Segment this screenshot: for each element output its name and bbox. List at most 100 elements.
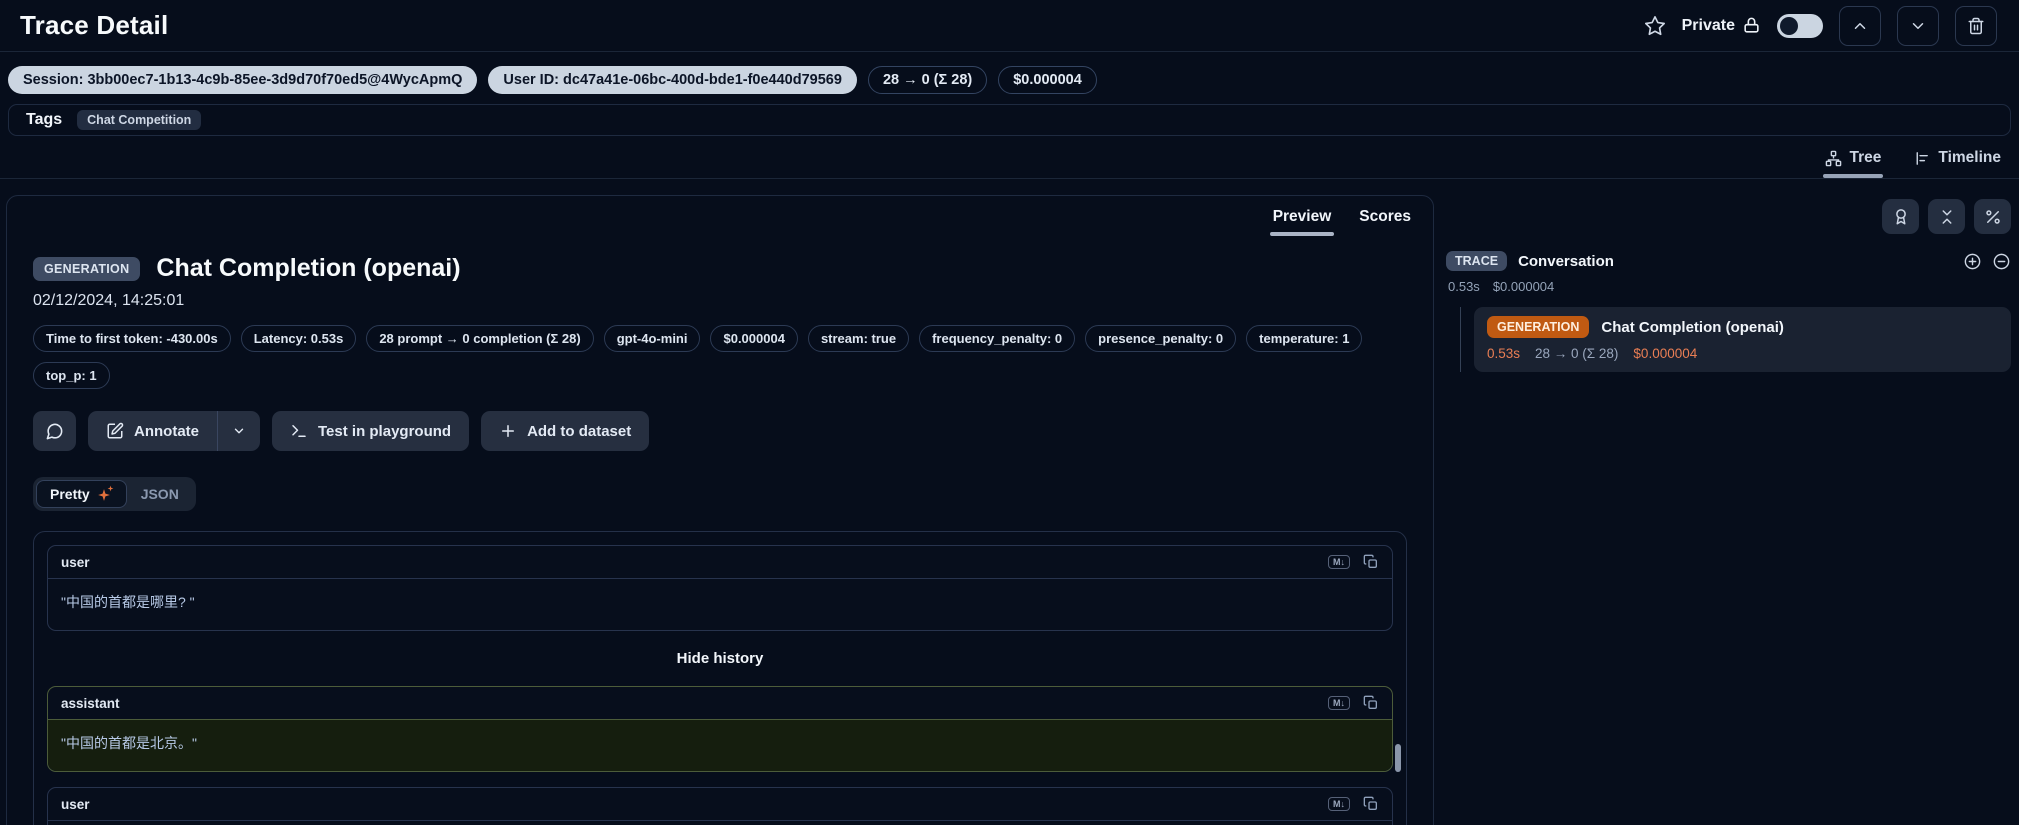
message-content: "中国的首都是哪里? " (48, 579, 1392, 630)
cost-badge: $0.000004 (998, 66, 1097, 94)
message-content: "谢谢" (48, 821, 1392, 825)
trace-meta-row: Session: 3bb00ec7-1b13-4c9b-85ee-3d9d70f… (0, 52, 2019, 94)
annotate-label: Annotate (134, 423, 199, 440)
delete-trace-button[interactable] (1955, 6, 1997, 46)
message-role: assistant (61, 696, 120, 711)
meta-badge: frequency_penalty: 0 (919, 325, 1075, 352)
generation-node[interactable]: GENERATION Chat Completion (openai) 0.53… (1474, 307, 2011, 372)
message-block: assistant M↓ "中国的首都是北京。" (47, 686, 1393, 772)
trace-cost: $0.000004 (1493, 279, 1554, 294)
generation-type-badge: GENERATION (1487, 316, 1589, 338)
toggle-knob (1780, 17, 1798, 35)
copy-icon[interactable] (1363, 695, 1379, 711)
test-in-playground-button[interactable]: Test in playground (272, 411, 469, 451)
scores-toggle-button[interactable] (1882, 199, 1919, 234)
node-tokens: 28 → 0 (Σ 28) (1535, 346, 1618, 361)
hide-history-button[interactable]: Hide history (47, 650, 1393, 667)
panel-tabs: Preview Scores (1273, 196, 1411, 236)
trace-metrics: 0.53s $0.000004 (1448, 279, 2011, 294)
comments-button[interactable] (33, 411, 76, 451)
tree-toolbar (1446, 199, 2011, 234)
pretty-label: Pretty (50, 486, 90, 502)
chat-bubble-icon (45, 422, 64, 441)
previous-trace-button[interactable] (1839, 6, 1881, 46)
tags-label: Tags (26, 111, 62, 129)
generation-node-header: GENERATION Chat Completion (openai) (1487, 316, 1998, 338)
trace-name: Conversation (1518, 253, 1614, 270)
markdown-toggle-icon[interactable]: M↓ (1328, 555, 1350, 569)
annotate-dropdown-button[interactable] (218, 411, 260, 451)
circle-minus-icon[interactable] (1992, 252, 2011, 271)
tab-tree[interactable]: Tree (1825, 149, 1882, 178)
tags-list: Chat Competition (77, 110, 201, 130)
view-tabs: Tree Timeline (0, 136, 2019, 179)
markdown-toggle-icon[interactable]: M↓ (1328, 797, 1350, 811)
tab-preview[interactable]: Preview (1273, 196, 1332, 236)
trace-root-row[interactable]: TRACE Conversation (1446, 251, 2011, 271)
public-toggle[interactable] (1777, 14, 1823, 38)
sparkles-icon (97, 486, 113, 502)
add-to-dataset-button[interactable]: Add to dataset (481, 411, 649, 451)
message-header-icons: M↓ (1328, 796, 1379, 812)
tab-tree-label: Tree (1850, 149, 1882, 167)
tab-timeline[interactable]: Timeline (1913, 149, 2001, 178)
message-role: user (61, 555, 90, 570)
scrollbar-thumb[interactable] (1395, 744, 1401, 772)
messages-list: userM↓"中国的首都是哪里? "Hide historyassistantM… (47, 545, 1393, 825)
meta-badge: Time to first token: -430.00s (33, 325, 231, 352)
main-area: Preview Scores GENERATION Chat Completio… (0, 179, 2019, 825)
annotate-split-button: Annotate (88, 411, 260, 451)
page-title: Trace Detail (20, 10, 168, 41)
message-header: assistant M↓ (48, 687, 1392, 720)
tree-expand-controls (1963, 252, 2011, 271)
pen-square-icon (106, 422, 124, 440)
visibility-control: Private (1682, 16, 1761, 35)
generation-node-title: Chat Completion (openai) (1601, 319, 1784, 336)
annotate-button[interactable]: Annotate (88, 411, 217, 451)
next-trace-button[interactable] (1897, 6, 1939, 46)
tags-box[interactable]: Tags Chat Competition (8, 104, 2011, 136)
circle-plus-icon[interactable] (1963, 252, 1982, 271)
meta-badge: temperature: 1 (1246, 325, 1362, 352)
meta-badge: $0.000004 (710, 325, 797, 352)
terminal-icon (290, 422, 308, 440)
meta-badge: 28 prompt → 0 completion (Σ 28) (366, 325, 593, 352)
chevron-down-icon (232, 424, 246, 438)
top-bar: Trace Detail Private (0, 0, 2019, 52)
json-toggle[interactable]: JSON (127, 480, 193, 508)
trace-tree-panel: TRACE Conversation 0.53s $0.000004 GENER… (1444, 195, 2019, 825)
metrics-toggle-button[interactable] (1974, 199, 2011, 234)
session-badge[interactable]: Session: 3bb00ec7-1b13-4c9b-85ee-3d9d70f… (8, 66, 477, 94)
lock-icon (1742, 16, 1761, 35)
top-bar-actions: Private (1644, 6, 1997, 46)
pretty-toggle[interactable]: Pretty (36, 480, 127, 508)
copy-icon[interactable] (1363, 554, 1379, 570)
collapse-all-button[interactable] (1928, 199, 1965, 234)
message-header-icons: M↓ (1328, 554, 1379, 570)
observation-timestamp: 02/12/2024, 14:25:01 (33, 292, 1407, 310)
observation-card: Preview Scores GENERATION Chat Completio… (6, 195, 1434, 825)
bookmark-star-icon[interactable] (1644, 15, 1666, 37)
dataset-label: Add to dataset (527, 423, 631, 440)
meta-badge: gpt-4o-mini (604, 325, 701, 352)
tab-scores[interactable]: Scores (1359, 196, 1411, 236)
message-header: userM↓ (48, 788, 1392, 821)
plus-icon (499, 422, 517, 440)
visibility-label: Private (1682, 17, 1735, 35)
playground-label: Test in playground (318, 423, 451, 440)
tag-chip[interactable]: Chat Competition (77, 110, 201, 130)
markdown-toggle-icon[interactable]: M↓ (1328, 696, 1350, 710)
percent-icon (1984, 208, 2002, 226)
node-latency: 0.53s (1487, 346, 1520, 361)
tree-icon (1825, 150, 1842, 167)
message-content: "中国的首都是北京。" (48, 720, 1392, 771)
award-icon (1892, 208, 1910, 226)
observation-title: Chat Completion (openai) (156, 254, 460, 283)
message-header-icons: M↓ (1328, 695, 1379, 711)
format-toggle: Pretty JSON (33, 477, 196, 511)
trace-type-badge: TRACE (1446, 251, 1507, 271)
user-id-badge[interactable]: User ID: dc47a41e-06bc-400d-bde1-f0e440d… (488, 66, 857, 94)
messages-container: userM↓"中国的首都是哪里? "Hide historyassistantM… (33, 531, 1407, 825)
timeline-icon (1913, 150, 1930, 167)
copy-icon[interactable] (1363, 796, 1379, 812)
